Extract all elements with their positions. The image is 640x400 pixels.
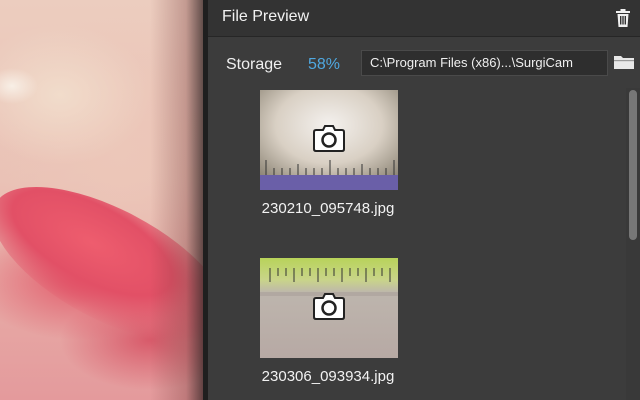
storage-percent: 58% xyxy=(308,56,341,73)
folder-icon[interactable] xyxy=(613,54,635,70)
thumbnail-list: 230210_095748.jpg 230306_093934.jpg xyxy=(208,80,626,400)
thumbnail-item[interactable]: 230306_093934.jpg xyxy=(238,258,418,398)
scrollbar-thumb[interactable] xyxy=(629,90,637,240)
thumbnail-image xyxy=(260,90,398,190)
thumbnail-filename: 230210_095748.jpg xyxy=(261,200,395,217)
file-preview-panel: File Preview Storage 58% C:\Program File… xyxy=(208,0,640,400)
panel-title: File Preview xyxy=(222,8,310,25)
panel-header: File Preview xyxy=(208,0,640,37)
storage-path-field[interactable]: C:\Program Files (x86)...\SurgiCam xyxy=(361,50,608,76)
thumbnail-item[interactable]: 230210_095748.jpg xyxy=(238,90,418,230)
thumbnail-image xyxy=(260,258,398,358)
feed-edge-shadow xyxy=(150,0,203,400)
camera-feed xyxy=(0,0,203,400)
storage-label: Storage xyxy=(226,56,283,73)
scrollbar[interactable] xyxy=(626,88,640,400)
camera-icon xyxy=(313,293,345,320)
thumbnail-filename: 230306_093934.jpg xyxy=(261,368,395,385)
trash-icon[interactable] xyxy=(615,9,631,27)
camera-icon xyxy=(313,125,345,152)
